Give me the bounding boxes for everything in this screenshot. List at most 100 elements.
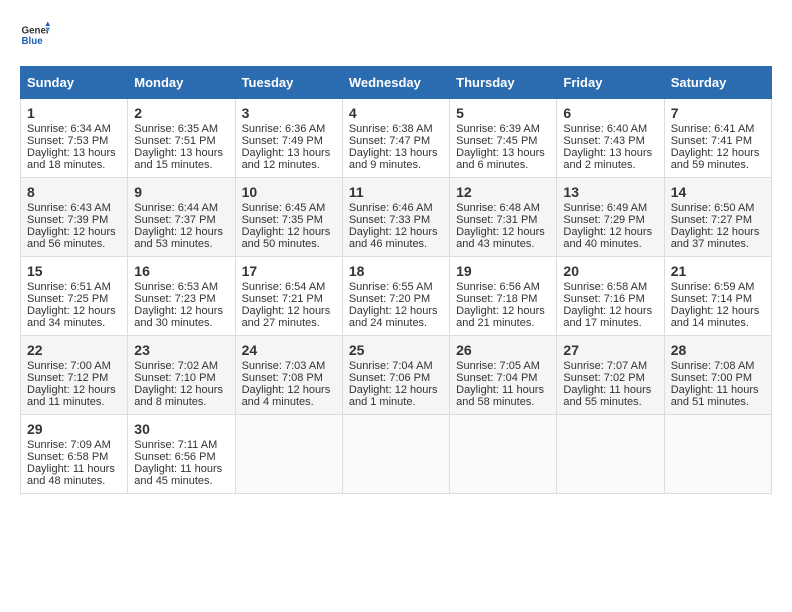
day-number: 1 [27, 105, 121, 121]
sunset-text: Sunset: 7:14 PM [671, 293, 752, 305]
calendar-cell [557, 415, 664, 494]
calendar-cell: 14 Sunrise: 6:50 AM Sunset: 7:27 PM Dayl… [664, 178, 771, 257]
daylight-text: Daylight: 12 hours and 14 minutes. [671, 305, 760, 329]
calendar-cell: 9 Sunrise: 6:44 AM Sunset: 7:37 PM Dayli… [128, 178, 235, 257]
calendar-cell: 21 Sunrise: 6:59 AM Sunset: 7:14 PM Dayl… [664, 257, 771, 336]
calendar-cell: 16 Sunrise: 6:53 AM Sunset: 7:23 PM Dayl… [128, 257, 235, 336]
sunset-text: Sunset: 7:27 PM [671, 214, 752, 226]
daylight-text: Daylight: 12 hours and 11 minutes. [27, 384, 116, 408]
sunrise-text: Sunrise: 6:43 AM [27, 202, 111, 214]
sunset-text: Sunset: 7:04 PM [456, 372, 537, 384]
calendar-cell: 5 Sunrise: 6:39 AM Sunset: 7:45 PM Dayli… [450, 99, 557, 178]
day-number: 15 [27, 263, 121, 279]
calendar-table: SundayMondayTuesdayWednesdayThursdayFrid… [20, 66, 772, 494]
calendar-cell: 7 Sunrise: 6:41 AM Sunset: 7:41 PM Dayli… [664, 99, 771, 178]
calendar-cell: 29 Sunrise: 7:09 AM Sunset: 6:58 PM Dayl… [21, 415, 128, 494]
sunrise-text: Sunrise: 6:45 AM [242, 202, 326, 214]
daylight-text: Daylight: 12 hours and 56 minutes. [27, 226, 116, 250]
day-number: 17 [242, 263, 336, 279]
daylight-text: Daylight: 11 hours and 48 minutes. [27, 463, 115, 487]
day-number: 28 [671, 342, 765, 358]
sunrise-text: Sunrise: 6:34 AM [27, 123, 111, 135]
sunset-text: Sunset: 6:56 PM [134, 451, 215, 463]
sunrise-text: Sunrise: 7:08 AM [671, 360, 755, 372]
sunrise-text: Sunrise: 6:41 AM [671, 123, 755, 135]
sunset-text: Sunset: 7:35 PM [242, 214, 323, 226]
sunrise-text: Sunrise: 7:04 AM [349, 360, 433, 372]
sunset-text: Sunset: 7:33 PM [349, 214, 430, 226]
calendar-cell [664, 415, 771, 494]
calendar-cell: 18 Sunrise: 6:55 AM Sunset: 7:20 PM Dayl… [342, 257, 449, 336]
week-row-5: 29 Sunrise: 7:09 AM Sunset: 6:58 PM Dayl… [21, 415, 772, 494]
page-header: General Blue [20, 20, 772, 50]
calendar-cell: 4 Sunrise: 6:38 AM Sunset: 7:47 PM Dayli… [342, 99, 449, 178]
daylight-text: Daylight: 12 hours and 4 minutes. [242, 384, 331, 408]
sunset-text: Sunset: 6:58 PM [27, 451, 108, 463]
day-number: 3 [242, 105, 336, 121]
calendar-cell: 22 Sunrise: 7:00 AM Sunset: 7:12 PM Dayl… [21, 336, 128, 415]
daylight-text: Daylight: 11 hours and 45 minutes. [134, 463, 222, 487]
daylight-text: Daylight: 12 hours and 24 minutes. [349, 305, 438, 329]
col-header-thursday: Thursday [450, 67, 557, 99]
day-number: 19 [456, 263, 550, 279]
sunrise-text: Sunrise: 6:56 AM [456, 281, 540, 293]
col-header-friday: Friday [557, 67, 664, 99]
day-number: 21 [671, 263, 765, 279]
sunrise-text: Sunrise: 6:46 AM [349, 202, 433, 214]
sunrise-text: Sunrise: 6:36 AM [242, 123, 326, 135]
sunrise-text: Sunrise: 7:02 AM [134, 360, 218, 372]
daylight-text: Daylight: 12 hours and 17 minutes. [563, 305, 652, 329]
daylight-text: Daylight: 13 hours and 18 minutes. [27, 147, 116, 171]
sunset-text: Sunset: 7:49 PM [242, 135, 323, 147]
daylight-text: Daylight: 12 hours and 59 minutes. [671, 147, 760, 171]
calendar-cell: 17 Sunrise: 6:54 AM Sunset: 7:21 PM Dayl… [235, 257, 342, 336]
daylight-text: Daylight: 11 hours and 58 minutes. [456, 384, 544, 408]
sunset-text: Sunset: 7:23 PM [134, 293, 215, 305]
day-number: 6 [563, 105, 657, 121]
sunrise-text: Sunrise: 6:51 AM [27, 281, 111, 293]
day-number: 11 [349, 184, 443, 200]
daylight-text: Daylight: 13 hours and 9 minutes. [349, 147, 438, 171]
sunrise-text: Sunrise: 6:48 AM [456, 202, 540, 214]
calendar-cell: 11 Sunrise: 6:46 AM Sunset: 7:33 PM Dayl… [342, 178, 449, 257]
daylight-text: Daylight: 12 hours and 37 minutes. [671, 226, 760, 250]
sunset-text: Sunset: 7:43 PM [563, 135, 644, 147]
col-header-tuesday: Tuesday [235, 67, 342, 99]
calendar-cell: 20 Sunrise: 6:58 AM Sunset: 7:16 PM Dayl… [557, 257, 664, 336]
daylight-text: Daylight: 13 hours and 15 minutes. [134, 147, 223, 171]
sunrise-text: Sunrise: 7:09 AM [27, 439, 111, 451]
day-number: 9 [134, 184, 228, 200]
sunrise-text: Sunrise: 7:07 AM [563, 360, 647, 372]
daylight-text: Daylight: 11 hours and 55 minutes. [563, 384, 651, 408]
calendar-cell: 3 Sunrise: 6:36 AM Sunset: 7:49 PM Dayli… [235, 99, 342, 178]
week-row-4: 22 Sunrise: 7:00 AM Sunset: 7:12 PM Dayl… [21, 336, 772, 415]
sunrise-text: Sunrise: 6:44 AM [134, 202, 218, 214]
sunrise-text: Sunrise: 6:58 AM [563, 281, 647, 293]
daylight-text: Daylight: 12 hours and 43 minutes. [456, 226, 545, 250]
daylight-text: Daylight: 13 hours and 6 minutes. [456, 147, 545, 171]
daylight-text: Daylight: 12 hours and 50 minutes. [242, 226, 331, 250]
calendar-cell: 6 Sunrise: 6:40 AM Sunset: 7:43 PM Dayli… [557, 99, 664, 178]
daylight-text: Daylight: 12 hours and 27 minutes. [242, 305, 331, 329]
calendar-cell: 19 Sunrise: 6:56 AM Sunset: 7:18 PM Dayl… [450, 257, 557, 336]
day-number: 20 [563, 263, 657, 279]
day-number: 25 [349, 342, 443, 358]
svg-text:General: General [22, 26, 51, 37]
sunrise-text: Sunrise: 6:54 AM [242, 281, 326, 293]
day-number: 30 [134, 421, 228, 437]
day-number: 24 [242, 342, 336, 358]
sunset-text: Sunset: 7:00 PM [671, 372, 752, 384]
sunset-text: Sunset: 7:53 PM [27, 135, 108, 147]
sunrise-text: Sunrise: 6:38 AM [349, 123, 433, 135]
calendar-cell: 12 Sunrise: 6:48 AM Sunset: 7:31 PM Dayl… [450, 178, 557, 257]
sunset-text: Sunset: 7:45 PM [456, 135, 537, 147]
sunrise-text: Sunrise: 7:00 AM [27, 360, 111, 372]
day-number: 22 [27, 342, 121, 358]
sunrise-text: Sunrise: 7:11 AM [134, 439, 217, 451]
sunrise-text: Sunrise: 6:49 AM [563, 202, 647, 214]
calendar-cell: 2 Sunrise: 6:35 AM Sunset: 7:51 PM Dayli… [128, 99, 235, 178]
calendar-cell: 1 Sunrise: 6:34 AM Sunset: 7:53 PM Dayli… [21, 99, 128, 178]
calendar-cell [450, 415, 557, 494]
logo-icon: General Blue [20, 20, 50, 50]
col-header-sunday: Sunday [21, 67, 128, 99]
